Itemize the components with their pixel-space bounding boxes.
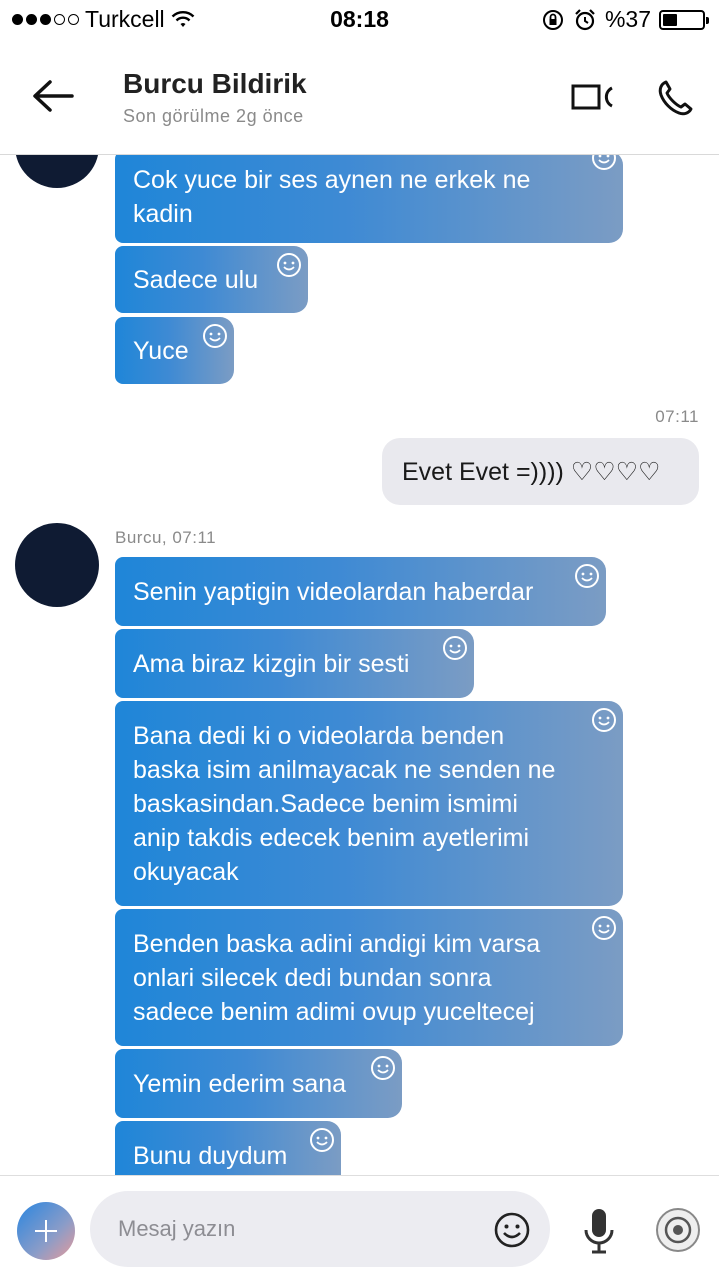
outgoing-message-bubble[interactable]: Evet Evet =)))) ♡♡♡♡ xyxy=(382,438,699,505)
status-bar: Turkcell 08:18 %37 xyxy=(0,0,719,40)
message-input-placeholder: Mesaj yazın xyxy=(118,1216,236,1241)
smiley-reaction-icon[interactable] xyxy=(591,155,617,171)
smiley-reaction-icon[interactable] xyxy=(574,563,600,589)
message-text: Evet Evet =)))) ♡♡♡♡ xyxy=(402,457,661,486)
smiley-reaction-icon[interactable] xyxy=(309,1127,335,1153)
camera-icon[interactable] xyxy=(654,1206,702,1254)
last-seen-status: Son görülme 2g önce xyxy=(123,106,304,126)
message-bubble[interactable]: Cok yuce bir ses aynen ne erkek ne kadin xyxy=(115,155,623,243)
message-text: Bunu duydum xyxy=(133,1141,288,1170)
battery-icon xyxy=(659,9,709,30)
video-call-icon[interactable] xyxy=(570,80,616,114)
chat-header: Burcu Bildirik Son görülme 2g önce xyxy=(0,40,719,155)
message-bubble[interactable]: Yuce xyxy=(115,317,234,384)
message-text: Sadece ulu xyxy=(133,265,259,294)
contact-avatar[interactable] xyxy=(15,155,99,188)
message-bubble[interactable]: Bana dedi ki o videolarda benden baska i… xyxy=(115,701,623,906)
message-text: Benden baska adini andigi kim varsa onla… xyxy=(133,929,541,1026)
smiley-reaction-icon[interactable] xyxy=(591,707,617,733)
message-composer: Mesaj yazın xyxy=(0,1175,719,1281)
smiley-reaction-icon[interactable] xyxy=(442,635,468,661)
smiley-reaction-icon[interactable] xyxy=(276,252,302,278)
message-bubble[interactable]: Ama biraz kizgin bir sesti xyxy=(115,629,474,698)
message-time: 07:11 xyxy=(655,407,699,426)
contact-name[interactable]: Burcu Bildirik xyxy=(123,68,307,100)
message-text: Cok yuce bir ses aynen ne erkek ne kadin xyxy=(133,166,531,228)
smiley-reaction-icon[interactable] xyxy=(370,1055,396,1081)
message-bubble[interactable]: Yemin ederim sana xyxy=(115,1049,402,1118)
status-right: %37 xyxy=(541,6,709,33)
battery-percent: %37 xyxy=(604,6,651,32)
chat-area[interactable]: Cok yuce bir ses aynen ne erkek ne kadin… xyxy=(0,155,719,1175)
contact-avatar[interactable] xyxy=(15,523,99,607)
emoji-icon[interactable] xyxy=(493,1211,531,1249)
message-bubble[interactable]: Bunu duydum xyxy=(115,1121,341,1175)
sender-time-label: Burcu, 07:11 xyxy=(115,528,217,547)
message-bubble[interactable]: Senin yaptigin videolardan haberdar xyxy=(115,557,606,626)
message-bubble[interactable]: Benden baska adini andigi kim varsa onla… xyxy=(115,909,623,1046)
message-text: Yemin ederim sana xyxy=(133,1069,347,1098)
message-text: Senin yaptigin videolardan haberdar xyxy=(133,577,534,606)
message-bubble[interactable]: Sadece ulu xyxy=(115,246,308,313)
back-arrow-icon[interactable] xyxy=(30,76,76,116)
message-text: Yuce xyxy=(133,336,189,365)
smiley-reaction-icon[interactable] xyxy=(591,915,617,941)
add-attachment-button[interactable] xyxy=(17,1202,75,1260)
smiley-reaction-icon[interactable] xyxy=(202,323,228,349)
message-text: Bana dedi ki o videolarda benden baska i… xyxy=(133,721,556,886)
rotation-lock-icon xyxy=(542,9,563,30)
phone-call-icon[interactable] xyxy=(655,78,695,118)
microphone-icon[interactable] xyxy=(580,1206,618,1256)
message-input[interactable]: Mesaj yazın xyxy=(90,1191,550,1267)
alarm-icon xyxy=(575,8,595,30)
message-text: Ama biraz kizgin bir sesti xyxy=(133,649,410,678)
